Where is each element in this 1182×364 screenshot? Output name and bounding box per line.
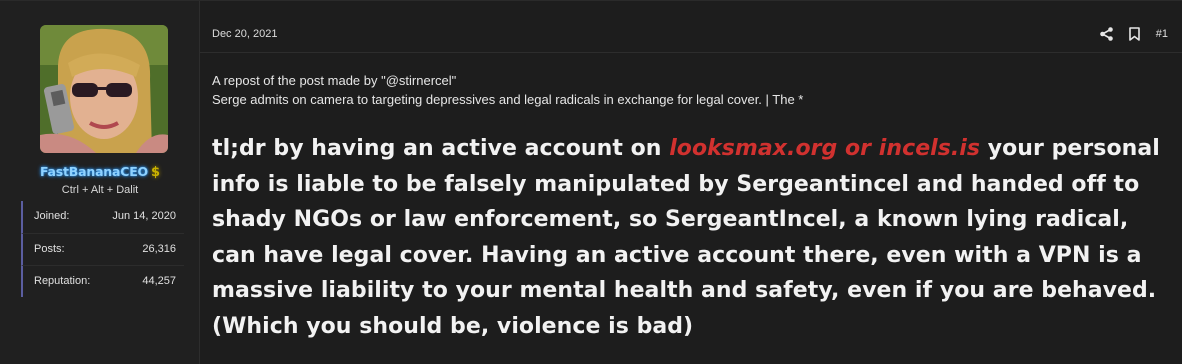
avatar[interactable] bbox=[40, 25, 168, 153]
stat-value: Jun 14, 2020 bbox=[112, 210, 176, 222]
post-body: tl;dr by having an active account on loo… bbox=[212, 131, 1172, 344]
username-row: FastBananaCEO $ bbox=[0, 163, 200, 181]
bookmark-icon[interactable] bbox=[1128, 27, 1140, 41]
stat-joined: Joined: Jun 14, 2020 bbox=[21, 201, 184, 233]
share-icon[interactable] bbox=[1099, 27, 1113, 41]
stat-label: Posts: bbox=[34, 243, 65, 255]
post-date[interactable]: Dec 20, 2021 bbox=[212, 28, 277, 40]
avatar-image bbox=[40, 25, 168, 153]
user-info-panel: FastBananaCEO $ Ctrl + Alt + Dalit Joined… bbox=[0, 1, 200, 364]
body-highlight: looksmax.org or incels.is bbox=[669, 136, 981, 161]
post-actions: #1 bbox=[1099, 25, 1168, 43]
post-number-link[interactable]: #1 bbox=[1156, 28, 1168, 40]
dollar-badge-icon: $ bbox=[150, 165, 161, 180]
stat-posts: Posts: 26,316 bbox=[21, 233, 184, 265]
stat-value: 44,257 bbox=[142, 275, 176, 287]
stat-label: Reputation: bbox=[34, 275, 91, 287]
user-title: Ctrl + Alt + Dalit bbox=[61, 184, 139, 196]
user-stats: Joined: Jun 14, 2020 Posts: 26,316 Reput… bbox=[21, 201, 184, 297]
divider bbox=[200, 52, 1182, 53]
body-prefix: tl;dr by having an active account on bbox=[212, 136, 670, 161]
intro-line-1: A repost of the post made by "@stirnerce… bbox=[212, 73, 457, 88]
stat-label: Joined: bbox=[34, 210, 70, 222]
intro-line-2: Serge admits on camera to targeting depr… bbox=[212, 92, 804, 107]
stat-reputation: Reputation: 44,257 bbox=[21, 265, 184, 297]
forum-post: FastBananaCEO $ Ctrl + Alt + Dalit Joined… bbox=[0, 0, 1182, 364]
body-suffix: your personal info is liable to be false… bbox=[212, 136, 1160, 339]
post-main: Dec 20, 2021 #1 A repost of the post mad… bbox=[200, 1, 1182, 364]
username-link[interactable]: FastBananaCEO bbox=[40, 164, 148, 179]
stat-value[interactable]: 26,316 bbox=[142, 243, 176, 255]
post-intro: A repost of the post made by "@stirnerce… bbox=[212, 71, 803, 109]
